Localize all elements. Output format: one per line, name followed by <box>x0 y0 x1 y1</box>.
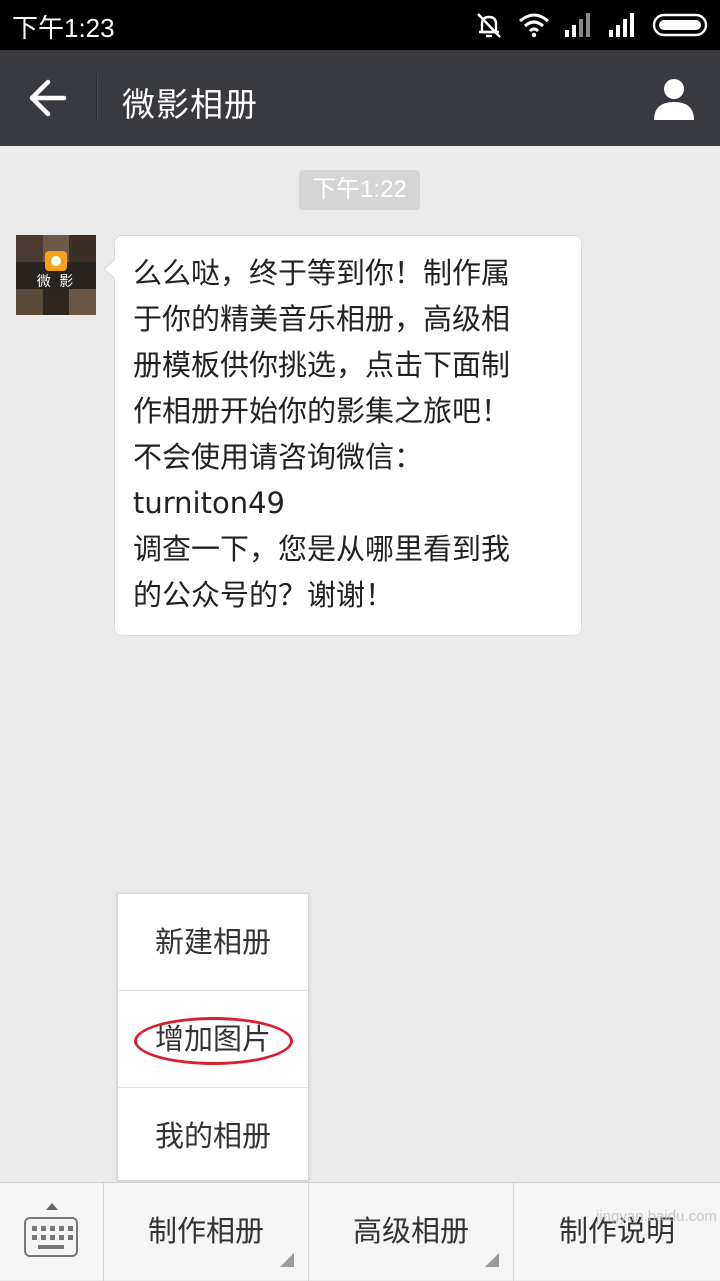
message-line: 不会使用请咨询微信： <box>133 440 424 474</box>
page-title: 微影相册 <box>122 85 258 124</box>
status-bar: 下午1:23 <box>0 0 720 50</box>
tab-advanced-album[interactable]: 高级相册 <box>309 1183 513 1281</box>
popup-menu: 新建相册 增加图片 我的相册 <box>117 893 309 1181</box>
tab-label: 高级相册 <box>352 1214 469 1248</box>
avatar[interactable]: 微 影 <box>16 235 96 315</box>
message-line: 的公众号的？谢谢！ <box>133 578 395 612</box>
status-icons <box>474 10 710 40</box>
message-line: 册模板供你挑选，点击下面制 <box>133 348 511 382</box>
title-divider <box>96 74 97 122</box>
message-line: 么么哒，终于等到你！制作属 <box>133 256 511 290</box>
tab-make-album[interactable]: 制作相册 <box>104 1183 308 1281</box>
signal-1-icon <box>564 12 594 38</box>
message-line: turniton49 <box>133 486 285 520</box>
bubble-tail-inner <box>105 259 116 279</box>
message-line: 于你的精美音乐相册，高级相 <box>133 302 511 336</box>
wifi-icon <box>518 12 550 38</box>
status-time: 下午1:23 <box>12 13 115 43</box>
person-icon <box>654 79 694 120</box>
caret-up-icon <box>46 1203 58 1210</box>
submenu-indicator-icon <box>280 1253 294 1267</box>
message-line: 作相册开始你的影集之旅吧！ <box>133 394 511 428</box>
bottom-menu-bar: 制作相册 高级相册 制作说明 <box>0 1182 720 1281</box>
menu-item-my-albums[interactable]: 我的相册 <box>118 1088 308 1184</box>
signal-2-icon <box>608 12 638 38</box>
alarm-off-icon <box>474 10 504 40</box>
profile-button[interactable] <box>650 74 698 122</box>
keyboard-icon <box>24 1217 78 1257</box>
tab-instructions[interactable]: 制作说明 <box>514 1183 720 1281</box>
keyboard-toggle-button[interactable] <box>0 1183 103 1281</box>
logo-icon <box>45 251 67 271</box>
back-arrow-icon <box>29 79 67 117</box>
message-timestamp: 下午1:22 <box>299 170 420 210</box>
menu-item-add-photos[interactable]: 增加图片 <box>118 991 308 1087</box>
back-button[interactable] <box>22 76 74 120</box>
title-bar: 微影相册 <box>0 50 720 146</box>
battery-icon <box>652 12 710 38</box>
menu-item-new-album[interactable]: 新建相册 <box>118 894 308 990</box>
message-text: 么么哒，终于等到你！制作属 于你的精美音乐相册，高级相 册模板供你挑选，点击下面… <box>133 250 573 618</box>
message-bubble[interactable]: 么么哒，终于等到你！制作属 于你的精美音乐相册，高级相 册模板供你挑选，点击下面… <box>114 235 582 636</box>
message-line: 调查一下，您是从哪里看到我 <box>133 532 511 566</box>
avatar-logo-text: 微 影 <box>36 274 76 290</box>
submenu-indicator-icon <box>485 1253 499 1267</box>
tab-label: 制作相册 <box>147 1214 264 1248</box>
watermark: jingyan.baidu.com <box>596 1208 717 1225</box>
